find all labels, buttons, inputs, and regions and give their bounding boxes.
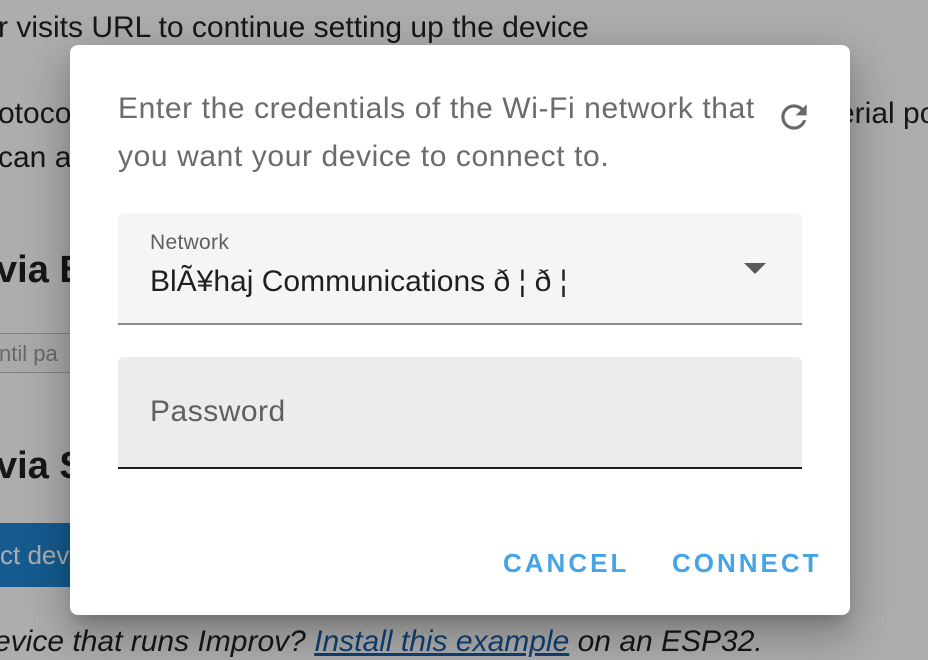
connect-button[interactable]: CONNECT [672,535,822,591]
refresh-icon[interactable] [770,93,818,141]
cancel-button[interactable]: CANCEL [503,535,629,591]
password-field[interactable]: Password [118,357,802,469]
password-placeholder: Password [150,395,286,428]
dropdown-arrow-icon [744,263,766,274]
network-select[interactable]: Network BlÃ¥haj Communications ð ¦ ð ¦ [118,213,802,325]
network-value: BlÃ¥haj Communications ð ¦ ð ¦ [150,265,568,298]
dialog-message: Enter the credentials of the Wi-Fi netwo… [118,92,755,173]
network-label: Network [150,231,230,254]
wifi-credentials-dialog: Enter the credentials of the Wi-Fi netwo… [70,45,850,615]
